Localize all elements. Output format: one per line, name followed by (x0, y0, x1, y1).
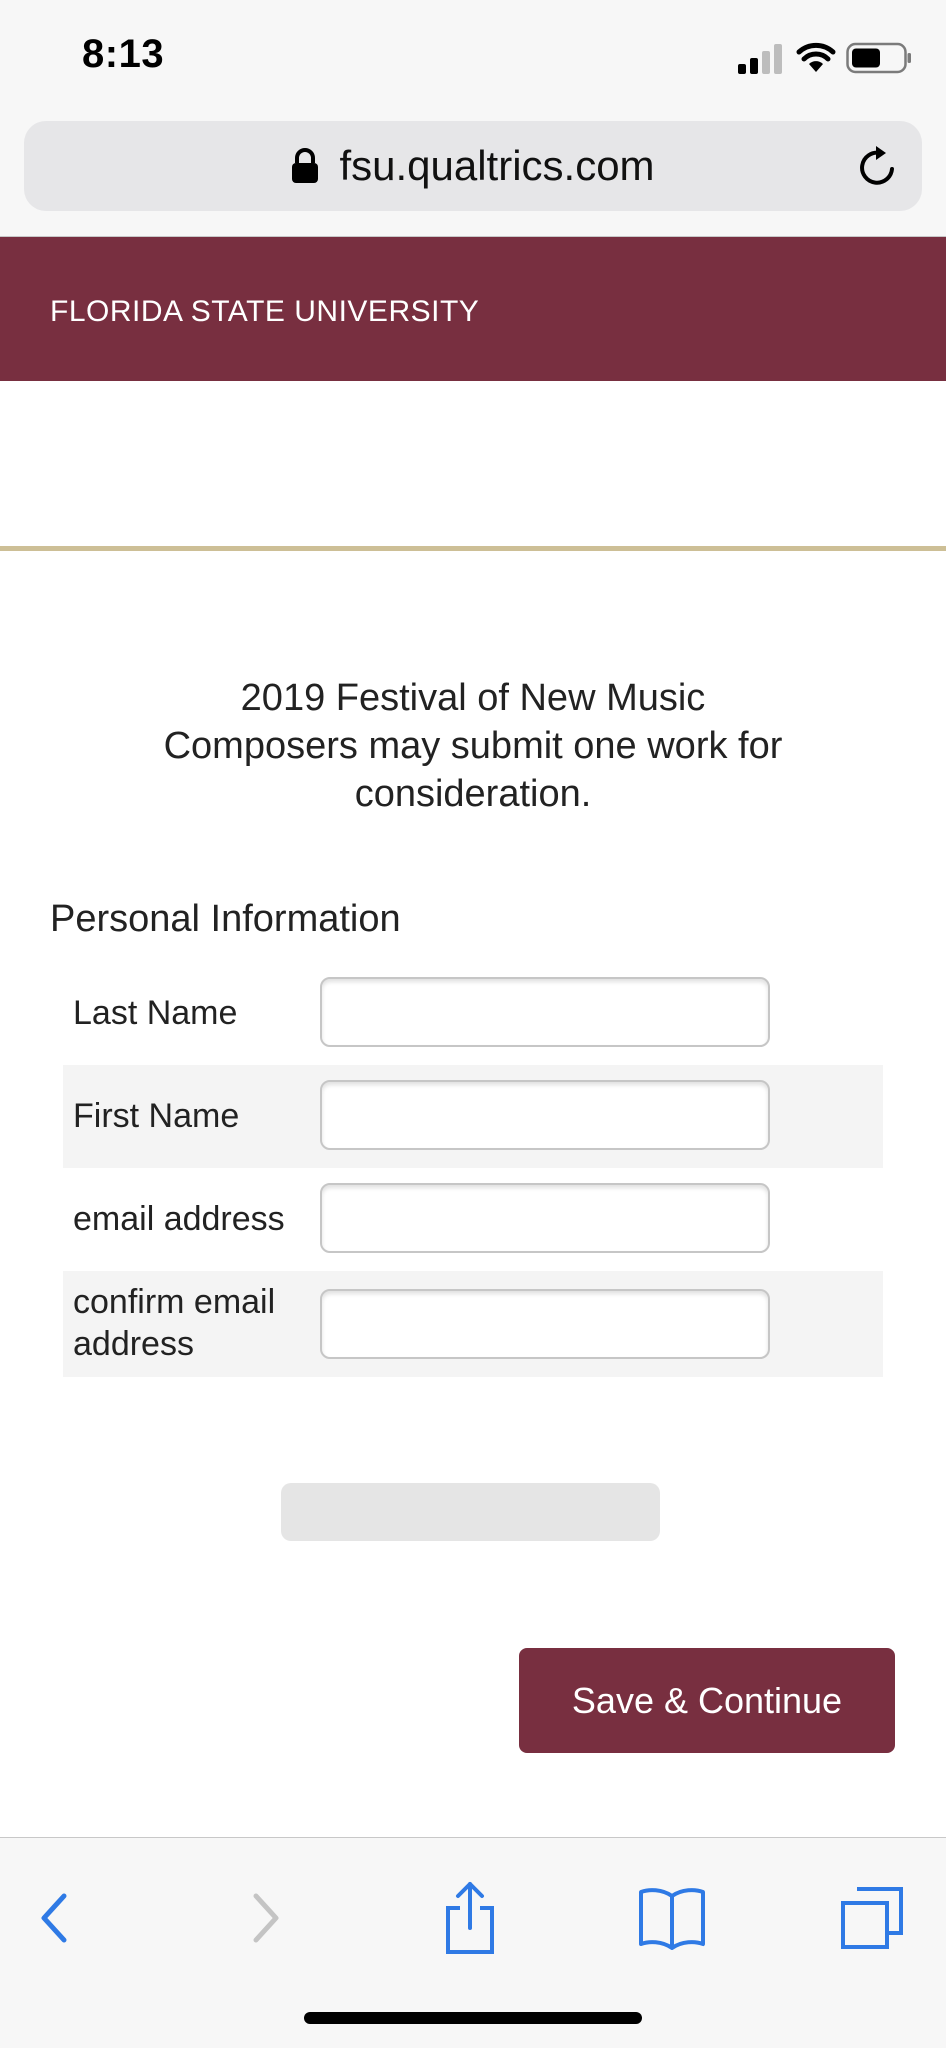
battery-icon (846, 42, 911, 74)
last-name-input[interactable] (320, 977, 770, 1047)
intro-line-3: consideration. (354, 773, 592, 815)
bookmarks-icon (639, 1888, 705, 1950)
email-label: email address (73, 1200, 285, 1238)
address-content: fsu.qualtrics.com (24, 121, 922, 211)
first-name-label: First Name (73, 1097, 240, 1135)
confirm-email-input[interactable] (320, 1289, 770, 1359)
cellular-signal-icon (738, 44, 782, 74)
reload-icon[interactable] (854, 143, 902, 191)
back-icon (41, 1893, 67, 1943)
status-time: 8:13 (82, 32, 165, 76)
forward-button[interactable] (226, 1878, 306, 1958)
wifi-icon (796, 42, 836, 72)
address-bar[interactable]: fsu.qualtrics.com (24, 121, 922, 211)
first-name-input[interactable] (320, 1080, 770, 1150)
progress-bar (281, 1483, 660, 1541)
form-row-first-name: First Name (63, 1065, 883, 1168)
forward-icon (253, 1893, 279, 1943)
form-row-last-name: Last Name (63, 966, 883, 1069)
browser-top-bar: fsu.qualtrics.com (0, 112, 946, 237)
bookmarks-button[interactable] (632, 1878, 712, 1958)
intro-line-2: Composers may submit one work for (163, 725, 783, 767)
university-name: FLORIDA STATE UNIVERSITY (50, 295, 480, 328)
screen: 8:13 fsu.qualtrics.com FLORIDA STATE UNI… (0, 0, 946, 2048)
survey-intro: 2019 Festival of New Music Composers may… (80, 674, 866, 818)
share-button[interactable] (430, 1878, 510, 1958)
confirm-email-label-line-1: confirm email (73, 1283, 276, 1321)
url-text: fsu.qualtrics.com (339, 142, 655, 189)
share-icon (446, 1882, 494, 1954)
university-header: FLORIDA STATE UNIVERSITY (0, 237, 946, 381)
confirm-email-label: confirm email address (73, 1281, 275, 1365)
email-input[interactable] (320, 1183, 770, 1253)
confirm-email-label-line-2: address (73, 1325, 194, 1363)
tabs-button[interactable] (832, 1878, 912, 1958)
save-continue-button[interactable]: Save & Continue (519, 1648, 895, 1753)
intro-line-1: 2019 Festival of New Music (240, 677, 706, 719)
gold-divider (0, 546, 946, 551)
form-row-email: email address (63, 1168, 883, 1271)
lock-icon (292, 148, 319, 183)
tabs-icon (841, 1887, 903, 1949)
last-name-label: Last Name (73, 994, 238, 1032)
home-indicator (304, 2012, 642, 2024)
status-bar: 8:13 (0, 0, 946, 112)
browser-toolbar (0, 1837, 946, 2048)
back-button[interactable] (14, 1878, 94, 1958)
section-title: Personal Information (50, 898, 401, 940)
form-row-confirm-email: confirm email address (63, 1271, 883, 1377)
